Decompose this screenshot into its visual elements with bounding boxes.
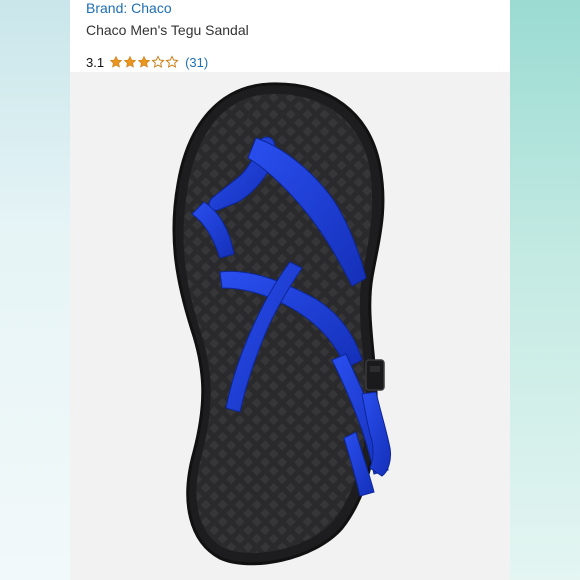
product-header: Brand: Chaco Chaco Men's Tegu Sandal 3.1…	[70, 0, 510, 72]
star-full-icon	[137, 55, 151, 68]
sandal-image	[172, 82, 391, 566]
star-empty-icon	[165, 55, 179, 68]
product-image[interactable]	[70, 72, 510, 580]
rating-row[interactable]: 3.1 (31)	[86, 53, 208, 71]
star-full-icon	[123, 55, 137, 68]
buckle	[365, 359, 385, 391]
product-panel: Brand: Chaco Chaco Men's Tegu Sandal 3.1…	[70, 0, 510, 580]
rating-value: 3.1	[86, 54, 105, 70]
star-full-icon	[109, 55, 123, 68]
product-title: Chaco Men's Tegu Sandal	[86, 22, 249, 38]
background-right-edge	[510, 0, 580, 580]
star-rating[interactable]	[109, 55, 179, 69]
background-left-edge	[0, 0, 70, 580]
brand-link[interactable]: Brand: Chaco	[86, 0, 172, 16]
review-count-link[interactable]: (31)	[185, 55, 208, 70]
star-empty-icon	[151, 55, 165, 68]
